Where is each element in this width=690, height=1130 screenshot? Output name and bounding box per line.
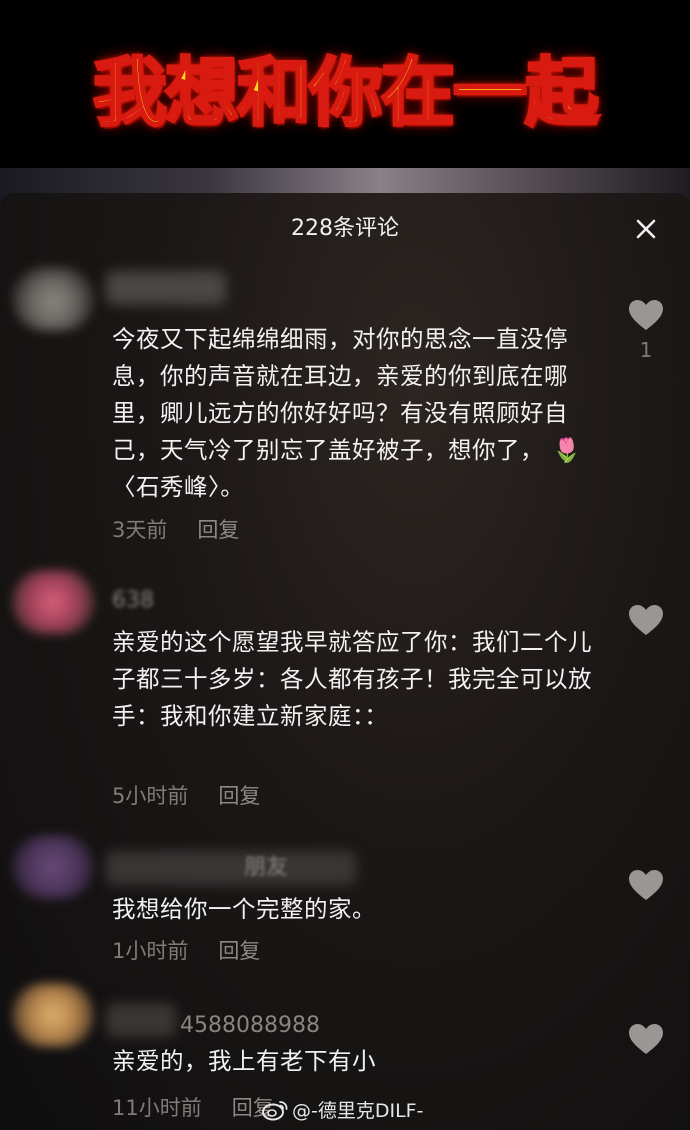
comment-text: 今夜又下起绵绵细雨，对你的思念一直没停息，你的声音就在耳边，亲爱的你到底在哪里，… <box>112 325 582 501</box>
comments-sheet: 228条评论 今夜又下起绵绵细雨，对你的思念一直没停息，你的声音就在耳边，亲爱的… <box>0 193 690 1130</box>
weibo-icon <box>262 1099 288 1128</box>
heart-icon <box>629 870 663 900</box>
comment-meta: 5小时前 回复 <box>112 782 260 810</box>
avatar[interactable] <box>12 267 94 331</box>
like-button[interactable] <box>626 604 666 636</box>
like-button[interactable]: 1 <box>626 299 666 363</box>
watermark-text: @-德里克DILF- <box>292 1100 424 1122</box>
avatar[interactable] <box>12 983 94 1047</box>
comment-text: 我想给你一个完整的家。 <box>112 895 376 923</box>
comment-meta: 11小时前 回复 <box>112 1094 274 1122</box>
close-icon[interactable] <box>632 215 660 243</box>
reply-button[interactable]: 回复 <box>218 784 260 808</box>
comment-time: 1小时前 <box>112 939 189 963</box>
app-screen: 我想和你在一起 228条评论 今夜又下起绵绵细雨，对你的思念一直没停息，你的声音… <box>0 0 690 1130</box>
heart-icon <box>629 605 663 635</box>
comment-meta: 1小时前 回复 <box>112 937 260 965</box>
like-count: 1 <box>639 338 653 362</box>
comment-time: 11小时前 <box>112 1096 202 1120</box>
avatar[interactable] <box>12 570 94 634</box>
comment-count-title: 228条评论 <box>291 216 399 241</box>
reply-button[interactable]: 回复 <box>197 518 239 542</box>
username[interactable]: 638 <box>112 586 154 616</box>
watermark: @-德里克DILF- <box>262 1098 423 1128</box>
avatar[interactable] <box>12 835 94 899</box>
like-button[interactable] <box>626 869 666 901</box>
heart-icon <box>629 1024 663 1054</box>
username-redacted[interactable] <box>106 851 356 885</box>
username-redacted[interactable] <box>106 1003 176 1037</box>
heart-icon <box>629 300 663 330</box>
username-redacted[interactable] <box>106 271 226 305</box>
comment-meta: 3天前 回复 <box>112 516 239 544</box>
comment-time: 5小时前 <box>112 784 189 808</box>
comment-time: 3天前 <box>112 518 168 542</box>
username[interactable]: 4588088988 <box>180 1011 320 1041</box>
username[interactable]: 朋友 <box>244 853 288 883</box>
comment-text: 亲爱的，我上有老下有小 <box>112 1047 376 1075</box>
comment-text: 亲爱的这个愿望我早就答应了你：我们二个儿子都三十多岁：各人都有孩子！我完全可以放… <box>112 628 592 730</box>
like-button[interactable] <box>626 1023 666 1055</box>
reply-button[interactable]: 回复 <box>218 939 260 963</box>
banner-title: 我想和你在一起 <box>92 50 601 136</box>
video-banner: 我想和你在一起 <box>0 0 690 190</box>
